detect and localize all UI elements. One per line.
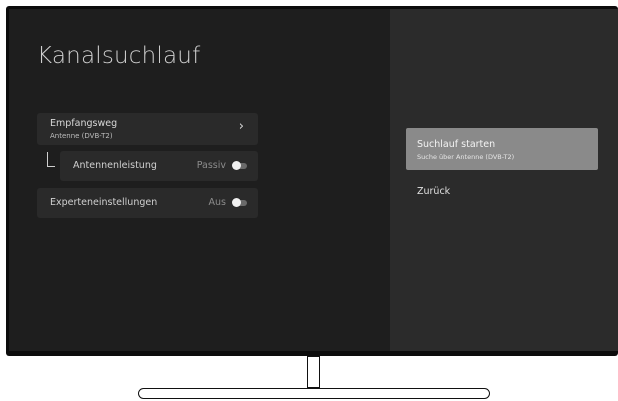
- antenna-power-label: Antennenleistung: [73, 160, 157, 171]
- tv-stand-base: [138, 388, 490, 399]
- back-label: Zurück: [417, 186, 451, 197]
- page-title: Kanalsuchlauf: [37, 43, 201, 69]
- back-button[interactable]: Zurück: [406, 182, 598, 202]
- tv-screen: Kanalsuchlauf Empfangsweg Antenne (DVB-T…: [9, 9, 618, 351]
- start-scan-button[interactable]: Suchlauf starten Suche über Antenne (DVB…: [406, 128, 598, 170]
- expert-settings-toggle[interactable]: [232, 198, 247, 207]
- reception-path-value: Antenne (DVB-T2): [50, 132, 113, 140]
- reception-path-label: Empfangsweg: [50, 118, 118, 129]
- expert-settings-label: Experteneinstellungen: [50, 197, 158, 208]
- start-scan-label: Suchlauf starten: [417, 139, 496, 150]
- antenna-power-value: Passiv: [196, 160, 226, 171]
- toggle-knob: [232, 198, 241, 207]
- chevron-right-icon: ›: [238, 119, 244, 134]
- expert-settings-row[interactable]: Experteneinstellungen Aus: [37, 188, 258, 218]
- reception-path-row[interactable]: Empfangsweg Antenne (DVB-T2) ›: [37, 113, 258, 145]
- toggle-knob: [232, 161, 241, 170]
- start-scan-description: Suche über Antenne (DVB-T2): [417, 153, 515, 161]
- tv-stand-neck: [307, 356, 320, 388]
- settings-panel: Kanalsuchlauf Empfangsweg Antenne (DVB-T…: [9, 9, 390, 351]
- actions-panel: Suchlauf starten Suche über Antenne (DVB…: [390, 9, 618, 351]
- tree-connector-icon: [47, 152, 55, 167]
- antenna-power-toggle[interactable]: [232, 161, 247, 170]
- expert-settings-value: Aus: [208, 197, 226, 208]
- antenna-power-row[interactable]: Antennenleistung Passiv: [60, 151, 258, 181]
